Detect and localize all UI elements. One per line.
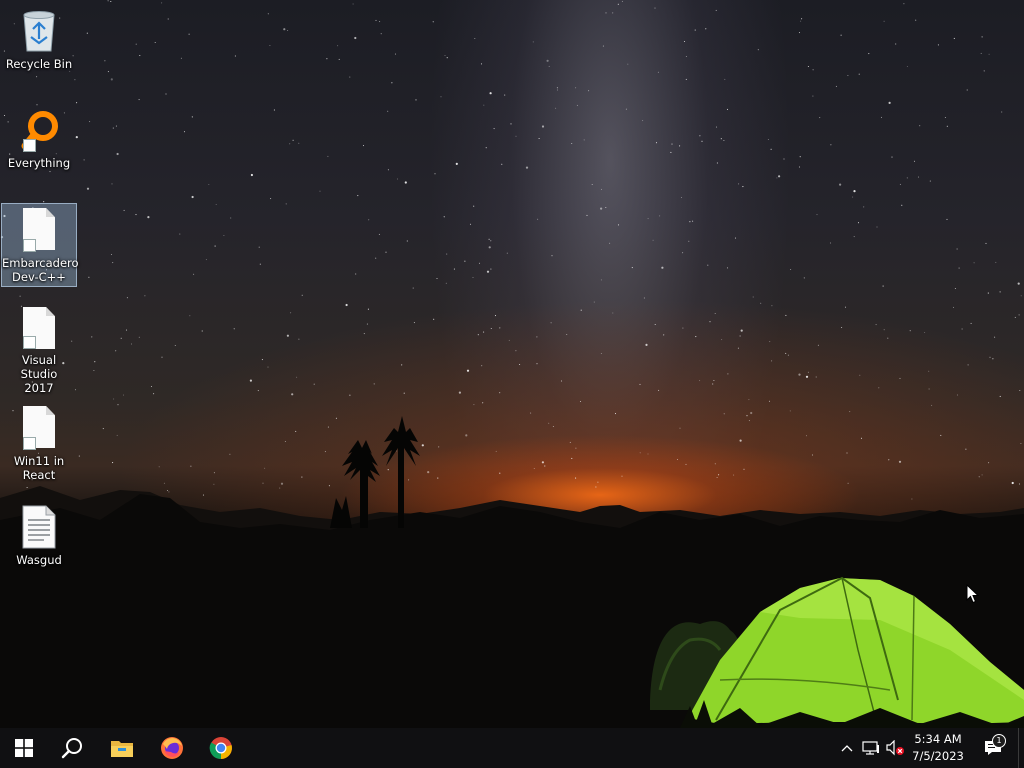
desktop-icon-label: Visual Studio 2017 [20,353,58,395]
file-icon [15,208,63,252]
search-icon [61,738,82,759]
firefox-icon [161,737,183,759]
firefox-button[interactable] [148,728,196,768]
desktop-icon-everything[interactable]: Everything [1,103,77,173]
start-button[interactable] [0,728,48,768]
desktop[interactable]: Recycle Bin Everything Embarcadero Dev-C… [0,0,1024,728]
file-explorer-icon [111,741,133,757]
shortcut-arrow-icon [23,139,36,152]
chrome-icon [209,737,232,760]
desktop-icon-wasgud[interactable]: Wasgud [1,500,77,570]
show-desktop-button[interactable] [1018,728,1024,768]
shortcut-arrow-icon [23,336,36,349]
recycle-bin-icon [15,9,63,53]
desktop-icon-label: Recycle Bin [5,57,73,71]
text-document-icon [15,505,63,549]
action-center-button[interactable]: 1 [980,728,1006,768]
mouse-cursor-icon [966,584,980,604]
show-hidden-icons-button[interactable] [838,728,856,768]
shortcut-arrow-icon [23,239,36,252]
chrome-button[interactable] [197,728,245,768]
search-button[interactable] [48,728,96,768]
desktop-icon-label: Win11 in React [13,454,65,482]
desktop-icon-label: Wasgud [16,553,62,567]
desktop-icon-label: Everything [7,156,71,170]
desktop-icon-label: Embarcadero Dev-C++ [2,256,79,284]
desktop-icon-embarcadero-dev-cpp[interactable]: Embarcadero Dev-C++ [1,203,79,287]
wallpaper-landscape [0,416,1024,728]
desktop-icon-recycle-bin[interactable]: Recycle Bin [1,4,77,74]
file-icon [15,307,63,349]
chevron-up-icon [841,745,853,752]
file-explorer-button[interactable] [98,728,146,768]
clock-date: 7/5/2023 [912,749,964,763]
windows-start-icon [15,739,33,757]
taskbar: 5:34 AM 7/5/2023 1 [0,728,1024,768]
notification-count-badge: 1 [992,734,1006,748]
file-icon [15,406,63,450]
clock-button[interactable]: 5:34 AM 7/5/2023 [906,731,970,767]
network-icon [862,741,879,755]
everything-search-icon [15,108,63,152]
shortcut-arrow-icon [23,437,36,450]
network-button[interactable] [861,728,881,768]
clock-time: 5:34 AM [914,732,962,746]
desktop-icon-win11-in-react[interactable]: Win11 in React [1,401,77,485]
volume-muted-icon [886,740,904,756]
volume-button[interactable] [884,728,906,768]
desktop-icon-visual-studio-2017[interactable]: Visual Studio 2017 [1,302,77,395]
